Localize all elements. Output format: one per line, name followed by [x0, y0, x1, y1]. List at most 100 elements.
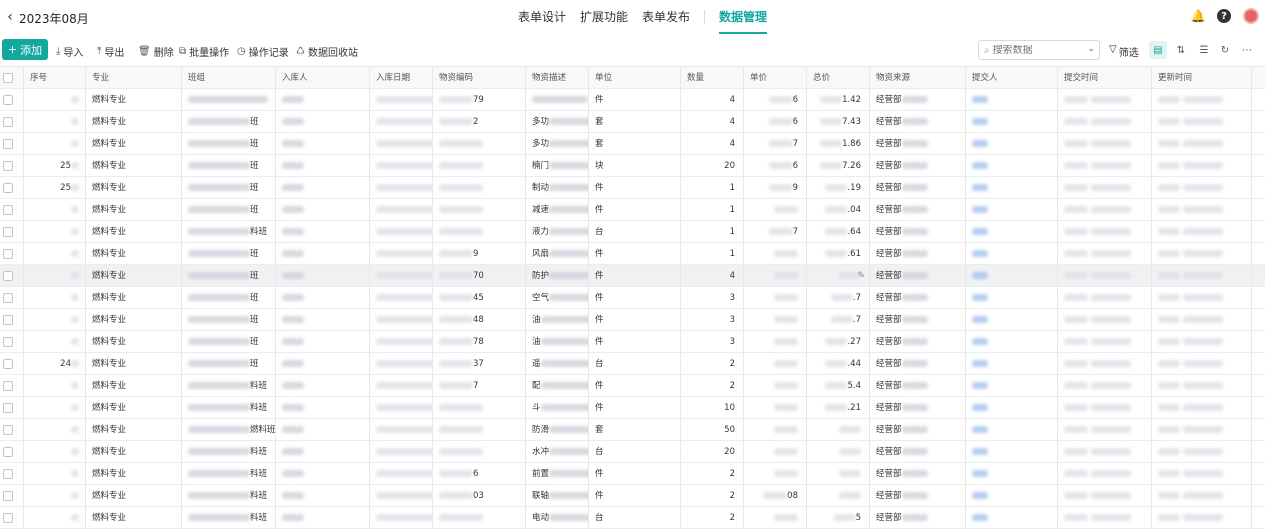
- cell-desc: 防护: [526, 265, 589, 287]
- row-checkbox[interactable]: [0, 485, 24, 507]
- table-row[interactable]: 25 燃料专业 班 0:00 楠门 块 20 6 7.26 经营部: [0, 155, 1265, 177]
- avatar[interactable]: [1243, 8, 1259, 24]
- row-checkbox[interactable]: [0, 463, 24, 485]
- row-checkbox[interactable]: [0, 419, 24, 441]
- cell-total: .21: [807, 397, 870, 419]
- table-row[interactable]: 燃料专业 料班 0 斗 件 10 .21 经营部: [0, 397, 1265, 419]
- cell-source: 经营部: [870, 199, 966, 221]
- tab-form-design[interactable]: 表单设计: [518, 0, 566, 34]
- log-button[interactable]: ◷ 操作记录: [237, 44, 289, 59]
- redacted-value: [1064, 162, 1088, 169]
- redacted-value: [549, 294, 588, 301]
- recycle-button[interactable]: ♺ 数据回收站: [296, 44, 358, 59]
- tab-data-management[interactable]: 数据管理: [719, 0, 768, 34]
- row-checkbox[interactable]: [0, 243, 24, 265]
- table-row[interactable]: 燃料专业 班 0:00 多功 套 4 7 1.86 经营部: [0, 133, 1265, 155]
- table-row[interactable]: 燃料专业 班 45 空气 件 3 .7 经营部: [0, 287, 1265, 309]
- cell-code: 48: [433, 309, 526, 331]
- cell-person: [276, 177, 370, 199]
- row-checkbox[interactable]: [0, 221, 24, 243]
- redacted-value: [830, 294, 853, 301]
- cell-date: 00: [370, 199, 433, 221]
- row-checkbox[interactable]: [0, 133, 24, 155]
- search-box[interactable]: ⌕ ⌄: [978, 40, 1100, 60]
- row-checkbox[interactable]: [0, 177, 24, 199]
- redacted-value: [439, 96, 473, 103]
- export-button[interactable]: ⤒ 导出: [97, 44, 124, 59]
- row-checkbox[interactable]: [0, 265, 24, 287]
- bell-icon[interactable]: 🔔: [1191, 9, 1206, 23]
- table-view-icon[interactable]: ▤: [1149, 41, 1167, 59]
- row-checkbox[interactable]: [0, 331, 24, 353]
- row-checkbox[interactable]: [0, 353, 24, 375]
- cell-unit: 件: [589, 397, 681, 419]
- import-button[interactable]: ⤓ 导入: [56, 44, 83, 59]
- chevron-down-icon[interactable]: ⌄: [1087, 44, 1095, 54]
- back-arrow-icon[interactable]: ‹: [2, 8, 18, 26]
- search-input[interactable]: [992, 44, 1073, 56]
- table-row[interactable]: 燃料专业 料班 电动 台 2 5 经营部: [0, 507, 1265, 529]
- tab-extensions[interactable]: 扩展功能: [580, 0, 628, 34]
- table-row[interactable]: 燃料专业 班 00 9 风扇 件 1 .61 经营部: [0, 243, 1265, 265]
- tab-form-publish[interactable]: 表单发布: [642, 0, 690, 34]
- cell-team: 班: [182, 243, 276, 265]
- redacted-value: [376, 118, 432, 125]
- total-fragment: .27: [847, 337, 861, 347]
- table-row[interactable]: 燃料专业 料班 00 液力 台 1 7 .64 经营部: [0, 221, 1265, 243]
- row-checkbox[interactable]: [0, 375, 24, 397]
- row-checkbox[interactable]: [0, 155, 24, 177]
- code-fragment: 2: [473, 117, 479, 127]
- cell-person: [276, 111, 370, 133]
- table-row[interactable]: 燃料专业 班 00 减速 件 1 .04 经营部: [0, 199, 1265, 221]
- table-row[interactable]: 燃料专业 班 48 油 件 3 .7 经营部: [0, 309, 1265, 331]
- table-row[interactable]: 燃料专业 料班 03 联轴 件 2 08 经营部: [0, 485, 1265, 507]
- row-checkbox[interactable]: [0, 89, 24, 111]
- cell-seq: [24, 133, 86, 155]
- row-checkbox[interactable]: [0, 397, 24, 419]
- cell-total: [807, 463, 870, 485]
- row-checkbox[interactable]: [0, 507, 24, 529]
- table-row[interactable]: 燃料专业 班 0:00 2 多功 套 4 6 7.43 经营部: [0, 111, 1265, 133]
- row-checkbox[interactable]: [0, 111, 24, 133]
- add-button[interactable]: + 添加: [2, 39, 48, 60]
- more-icon[interactable]: ⋯: [1238, 41, 1256, 59]
- table-row[interactable]: 燃料专业 燃料班 0 防滑 套 50 经营部: [0, 419, 1265, 441]
- redacted-value: [1090, 404, 1131, 411]
- table-row[interactable]: 24 燃料专业 班 37 遥 台 2 .44 经营部: [0, 353, 1265, 375]
- redacted-value: [540, 360, 588, 367]
- row-checkbox[interactable]: [0, 441, 24, 463]
- redacted-value: [282, 404, 304, 411]
- sort-icon[interactable]: ⇅: [1172, 41, 1190, 59]
- table-row[interactable]: 燃料专业 班 70 防护 件 4 ✎ 经营部: [0, 265, 1265, 287]
- redacted-value: [774, 250, 798, 257]
- recycle-icon: ♺: [296, 46, 305, 57]
- filter-button[interactable]: ▽ 筛选: [1109, 44, 1139, 59]
- source-text: 经营部: [876, 117, 902, 127]
- cell-unit: 台: [589, 221, 681, 243]
- cell-price: [744, 243, 807, 265]
- table-row[interactable]: 燃料专业 料班 7 配 件 2 5.4 经营部: [0, 375, 1265, 397]
- redacted-value: [1064, 404, 1088, 411]
- delete-button[interactable]: 🗑 删除: [138, 44, 174, 59]
- help-icon[interactable]: ?: [1217, 9, 1231, 23]
- table-row[interactable]: 燃料专业 0:00 79 件 4 6 1.42 经营部: [0, 89, 1265, 111]
- redacted-value: [282, 228, 304, 235]
- table-row[interactable]: 燃料专业 科班 6 前置 件 2 经营部: [0, 463, 1265, 485]
- table-row[interactable]: 燃料专业 料班 0 水冲 台 20 经营部: [0, 441, 1265, 463]
- table-row[interactable]: 25 燃料专业 班 0:00 制动 件 1 9 .19 经营部: [0, 177, 1265, 199]
- redacted-value: [1064, 118, 1088, 125]
- refresh-icon[interactable]: ↻: [1216, 41, 1234, 59]
- row-checkbox[interactable]: [0, 287, 24, 309]
- row-checkbox[interactable]: [0, 199, 24, 221]
- select-all-checkbox[interactable]: [0, 67, 24, 89]
- redacted-value: [282, 184, 304, 191]
- row-checkbox[interactable]: [0, 309, 24, 331]
- major-text: 燃料专业: [92, 227, 127, 237]
- redacted-value: [282, 206, 304, 213]
- batch-button[interactable]: ⧉ 批量操作: [179, 44, 229, 59]
- columns-icon[interactable]: ☰: [1195, 41, 1213, 59]
- edit-pencil-icon[interactable]: ✎: [857, 265, 865, 287]
- cell-team: 班: [182, 133, 276, 155]
- table-row[interactable]: 燃料专业 班 78 油 件 3 .27 经营部: [0, 331, 1265, 353]
- cell-submit-time: [1058, 199, 1152, 221]
